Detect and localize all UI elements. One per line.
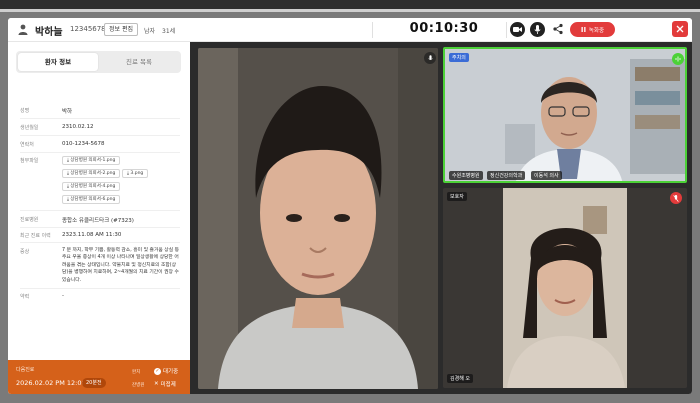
next-appointment-bar: 다음진료 2026.02.02 PM 12:00 20분전 완치 잔병원 ✓ 대… (8, 360, 190, 394)
doctor-department-tag: 정신건강의학과 (487, 171, 526, 180)
attachment-file[interactable]: ⤓ 3.png (122, 169, 149, 178)
divider (20, 242, 180, 243)
patient-video-image (198, 48, 438, 389)
close-icon: ✕ (154, 381, 159, 387)
camera-toggle-button[interactable] (510, 22, 525, 37)
microphone-icon (534, 25, 541, 34)
phone-value: 010-1234-5678 (62, 141, 105, 147)
not-connected-toggle[interactable]: ✕ 미접제 (154, 380, 176, 388)
divider (20, 135, 180, 136)
guardian-video-image (443, 188, 687, 388)
memo-label: 증상 (20, 249, 30, 255)
share-icon[interactable] (552, 23, 564, 35)
doctor-video-image (445, 49, 685, 181)
guardian-role-badge: 보호자 (447, 192, 467, 201)
patient-name: 박하늘 (35, 27, 63, 38)
note-value: - (62, 293, 64, 299)
microphone-toggle-button[interactable] (530, 22, 545, 37)
file-name: 상담병원 의뢰서-1.png (70, 158, 116, 163)
microphone-icon (427, 54, 433, 60)
birth-label: 생년월일 (20, 125, 39, 131)
tab-patient-info[interactable]: 환자 정보 (18, 53, 98, 71)
name-label: 성명 (20, 108, 30, 114)
file-name: 상담병원 의뢰서-2.png (70, 171, 116, 176)
patient-id: 12345678 (70, 25, 106, 33)
video-grid: 주치의 수원조병병원 정신건강의학과 이동석 의사 보호자 김경해 오 (190, 42, 692, 394)
waiting-toggle[interactable]: ✓ 대기중 (154, 367, 178, 375)
patient-mic-indicator (424, 52, 436, 64)
telemedicine-window: 박하늘 12345678 정보 편집 남자 31세 00:10:30 녹화중 환… (8, 18, 692, 394)
header-divider (506, 22, 507, 38)
panel-tabs: 환자 정보 진료 목록 (16, 51, 181, 73)
patient-age: 31세 (162, 28, 176, 35)
divider (20, 118, 180, 119)
patient-video-feed[interactable] (198, 48, 438, 389)
edit-info-button[interactable]: 정보 편집 (104, 23, 138, 36)
name-value: 박하 (62, 109, 73, 115)
memo-value: 7 분 까지, 학부 기쁨, 활동력 감소, 흥미 및 즐거움 상실 등 주요 … (62, 248, 180, 283)
doctor-speaking-indicator (672, 53, 684, 65)
close-icon (676, 25, 684, 33)
files-label: 첨부파일 (20, 158, 39, 164)
divider (20, 288, 180, 289)
phone-label: 연락처 (20, 142, 34, 148)
doctor-role-badge: 주치의 (449, 53, 469, 62)
divider (20, 152, 180, 153)
file-name: 상담병원 의뢰서-4.png (70, 184, 116, 189)
doctor-name-tag: 이동석 의사 (531, 171, 562, 180)
hospital-label: 진료병원 (20, 217, 39, 223)
status-sub-label: 완치 (132, 370, 141, 375)
file-name: 3.png (130, 171, 144, 176)
doctor-hospital-tag: 수원조병병원 (449, 171, 483, 180)
session-timer: 00:10:30 (409, 21, 479, 36)
guardian-video-feed[interactable]: 보호자 김경해 오 (443, 188, 687, 388)
check-icon: ✓ (154, 367, 161, 375)
guardian-muted-indicator (670, 192, 682, 204)
note-label: 약력 (20, 294, 30, 300)
next-appointment-label: 다음진료 (16, 367, 35, 373)
patient-panel: 환자 정보 진료 목록 성명 박하 생년월일 2310.02.12 연락처 01… (8, 42, 190, 394)
camera-icon (513, 27, 522, 32)
person-icon (18, 24, 28, 35)
doctor-video-feed[interactable]: 주치의 수원조병병원 정신건강의학과 이동석 의사 (443, 47, 687, 183)
last-visit-value: 2323.11.08 AM 11:30 (62, 232, 122, 238)
patient-sex: 남자 (144, 28, 156, 35)
browser-tab-bar (0, 0, 700, 9)
file-name: 상담병원 의뢰서-6.png (70, 197, 116, 202)
end-session-button[interactable] (672, 21, 688, 37)
mic-off-icon (673, 194, 679, 202)
last-visit-label: 최근 진료 이력 (20, 233, 51, 239)
attachment-file[interactable]: ⤓ 상담병원 의뢰서-6.png (62, 195, 121, 204)
attachment-file[interactable]: ⤓ 상담병원 의뢰서-1.png (62, 156, 121, 165)
next-appointment-date: 2026.02.02 PM 12:00 (16, 379, 86, 387)
attachment-file[interactable]: ⤓ 상담병원 의뢰서-4.png (62, 182, 121, 191)
recording-label: 녹화중 (588, 27, 605, 34)
pause-icon (581, 27, 586, 32)
time-remaining-badge: 20분전 (82, 378, 106, 388)
status-sub-label: 잔병원 (132, 383, 145, 388)
audio-wave-icon (675, 56, 681, 62)
hospital-value: 종합소 유클리드타크 (#7323) (62, 218, 134, 224)
divider (20, 227, 180, 228)
recording-button[interactable]: 녹화중 (570, 22, 615, 37)
guardian-name-tag: 김경해 오 (447, 374, 473, 383)
attachment-file[interactable]: ⤓ 상담병원 의뢰서-2.png (62, 169, 121, 178)
divider (20, 210, 180, 211)
waiting-label: 대기중 (163, 369, 179, 375)
session-header: 박하늘 12345678 정보 편집 남자 31세 00:10:30 녹화중 (8, 18, 692, 42)
not-connected-label: 미접제 (160, 382, 176, 388)
tab-treatment-list[interactable]: 진료 목록 (99, 53, 179, 71)
birth-value: 2310.02.12 (62, 124, 94, 130)
browser-top-strip (0, 0, 700, 12)
